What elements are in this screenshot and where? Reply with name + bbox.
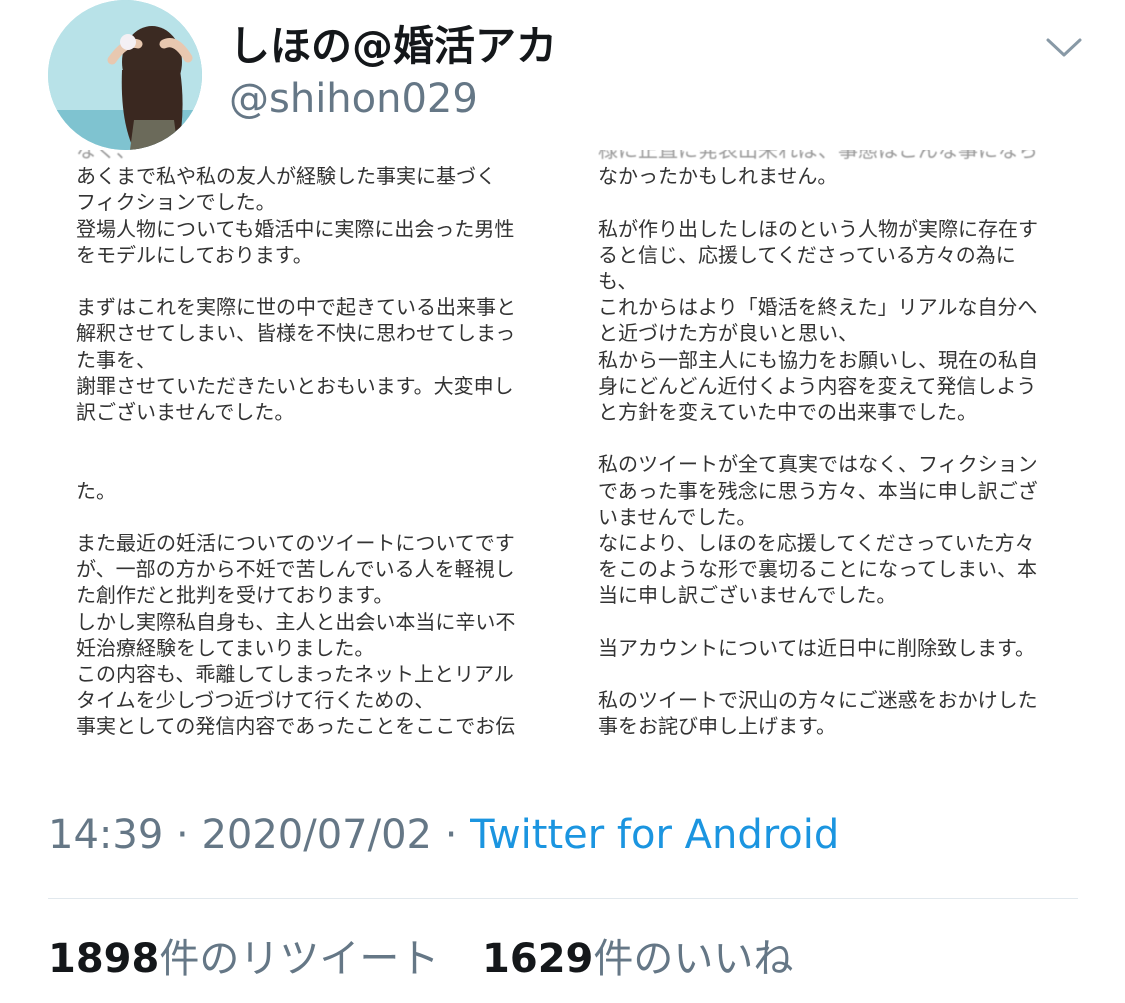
meta-separator: · [163, 812, 202, 858]
cut-off-text [76, 451, 536, 477]
tweet-source-link[interactable]: Twitter for Android [470, 812, 839, 858]
image-text-paragraph: 私のツイートで沢山の方々にご迷惑をおかけした 事をお詫び申し上げます。 [598, 688, 1038, 736]
image-text-paragraph: 私が作り出したしほのという人物が実際に存在す ると信じ、応援してくださっている方… [598, 216, 1038, 424]
retweet-count: 1898 [48, 936, 160, 982]
tweet-stats: 1898件のリツイート 1629件のいいね [48, 933, 823, 985]
image-text-paragraph: 私のツイートが全て真実ではなく、フィクション であった事を残念に思う方々、本当に… [598, 452, 1038, 608]
image-text-paragraph: まずはこれを実際に世の中で起きている出来事と 解釈させてしまい、皆様を不快に思わ… [76, 295, 516, 424]
image-text-paragraph: 当アカウントについては近日中に削除致します。 [598, 635, 1035, 660]
retweet-label: 件のリツイート [159, 936, 440, 982]
like-count: 1629 [482, 936, 594, 982]
avatar-photo [48, 0, 202, 150]
image-text-paragraph: また最近の妊活についてのツイートについてです が、一部の方から不妊で苦しんでいる… [76, 530, 516, 736]
cut-off-text: なく、 [76, 150, 136, 162]
tweet-date[interactable]: 2020/07/02 [201, 812, 432, 858]
retweet-count-link[interactable]: 1898件のリツイート [48, 936, 439, 982]
image-text-paragraph: た。 [76, 478, 116, 503]
image-text-paragraph: なかったかもしれません。 [598, 164, 838, 189]
cut-off-text: 様に正直に発表出来れば、事態はこんな事になら [598, 150, 1038, 162]
avatar[interactable] [48, 0, 202, 150]
divider [48, 898, 1078, 899]
meta-separator: · [431, 812, 471, 858]
media-image-right[interactable]: 様に正直に発表出来れば、事態はこんな事になら なかったかもしれません。 私が作り… [598, 150, 1056, 736]
author-handle[interactable]: @shihon029 [229, 73, 478, 125]
media-image-left[interactable]: なく、 あくまで私や私の友人が経験した事実に基づく フィクションでした。 登場人… [76, 150, 536, 736]
author-display-name[interactable]: しほの@婚活アカ [229, 20, 557, 72]
chevron-down-icon[interactable] [1045, 36, 1083, 60]
tweet-time[interactable]: 14:39 [48, 812, 163, 858]
like-count-link[interactable]: 1629件のいいね [482, 936, 793, 982]
image-text-paragraph: あくまで私や私の友人が経験した事実に基づく フィクションでした。 登場人物につい… [76, 164, 515, 267]
like-label: 件のいいね [593, 936, 794, 982]
tweet-metadata: 14:39 · 2020/07/02 · Twitter for Android [48, 809, 839, 861]
